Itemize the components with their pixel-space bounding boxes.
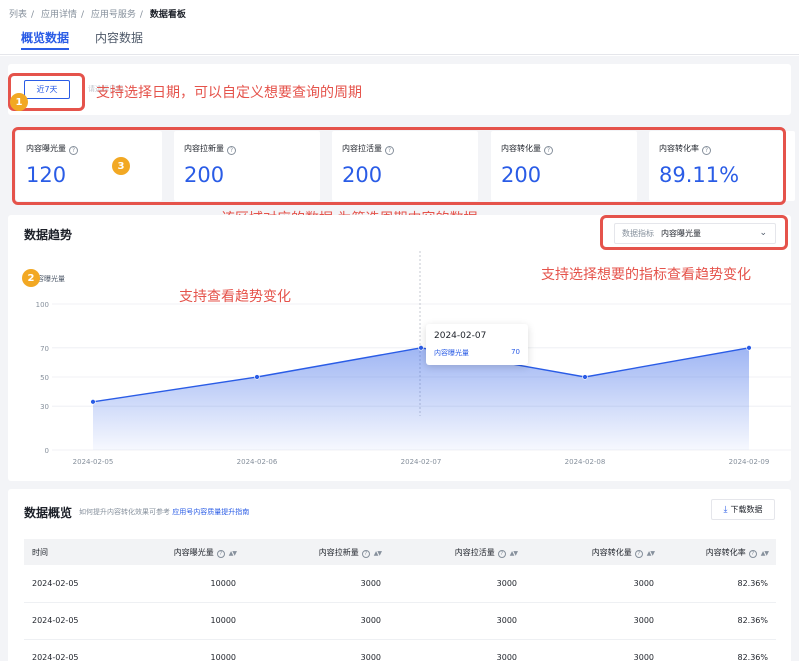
sort-icon[interactable]: ▲▼ (374, 550, 382, 557)
y-tick-label: 100 (36, 301, 49, 309)
table-cell: 3000 (389, 565, 525, 603)
table-cell: 3000 (244, 639, 389, 661)
y-tick-label: 30 (40, 403, 49, 411)
column-header-new-users[interactable]: 内容拉新量? ▲▼ (244, 539, 389, 565)
table-header-row: 时间 内容曝光量? ▲▼ 内容拉新量? ▲▼ 内容拉活量? ▲▼ 内容转化量? ▲▼ 内… (24, 539, 776, 565)
sort-icon[interactable]: ▲▼ (761, 550, 769, 557)
annotation-badge: 2 (22, 269, 40, 287)
tooltip-date: 2024-02-07 (434, 331, 487, 341)
table-cell: 2024-02-05 (24, 565, 134, 603)
table-cell: 2024-02-05 (24, 602, 134, 640)
chart-data-point[interactable] (418, 345, 424, 351)
download-button[interactable]: ⤓ 下载数据 (711, 499, 775, 520)
x-tick-label: 2024-02-09 (729, 458, 770, 466)
x-tick-label: 2024-02-05 (73, 458, 114, 466)
tooltip-series: 内容曝光量 (434, 349, 469, 357)
tooltip-value: 70 (511, 348, 520, 356)
chart-data-point[interactable] (582, 374, 588, 380)
column-header-conversion-rate[interactable]: 内容转化率? ▲▼ (662, 539, 776, 565)
chart-data-point[interactable] (254, 374, 260, 380)
download-label: 下载数据 (730, 505, 763, 514)
help-icon[interactable]: ? (634, 549, 643, 558)
download-icon: ⤓ (723, 504, 728, 515)
x-tick-label: 2024-02-07 (401, 458, 442, 466)
table-cell: 82.36% (662, 639, 776, 661)
x-tick-label: 2024-02-06 (237, 458, 278, 466)
overview-subtitle: 如何提升内容转化效果可参考 应用号内容质量提升指南 (79, 507, 249, 517)
help-icon[interactable]: ? (361, 549, 370, 558)
table-cell: 3000 (389, 602, 525, 640)
table-row: 2024-02-05 10000 3000 3000 3000 82.36% (24, 639, 776, 661)
sort-icon[interactable]: ▲▼ (647, 550, 655, 557)
sort-icon[interactable]: ▲▼ (229, 550, 237, 557)
table-cell: 2024-02-05 (24, 639, 134, 661)
table-cell: 3000 (525, 565, 662, 603)
x-tick-label: 2024-02-08 (565, 458, 606, 466)
overview-subtitle-text: 如何提升内容转化效果可参考 (79, 508, 170, 516)
column-header-activation[interactable]: 内容拉活量? ▲▼ (389, 539, 525, 565)
help-icon[interactable]: ? (216, 549, 225, 558)
chart-area (93, 347, 749, 450)
y-tick-label: 0 (45, 447, 49, 455)
y-tick-label: 70 (40, 345, 49, 353)
table-cell: 3000 (389, 639, 525, 661)
table-row: 2024-02-05 10000 3000 3000 3000 82.36% (24, 565, 776, 603)
column-header-exposure[interactable]: 内容曝光量? ▲▼ (134, 539, 244, 565)
overview-table: 时间 内容曝光量? ▲▼ 内容拉新量? ▲▼ 内容拉活量? ▲▼ 内容转化量? ▲▼ 内… (24, 539, 776, 661)
column-header-date: 时间 (24, 539, 134, 565)
overview-title: 数据概览 (24, 506, 73, 520)
table-cell: 10000 (134, 602, 244, 640)
table-cell: 82.36% (662, 565, 776, 603)
help-icon[interactable]: ? (497, 549, 506, 558)
table-cell: 82.36% (662, 602, 776, 640)
table-cell: 3000 (525, 602, 662, 640)
chart-tooltip: 2024-02-07 内容曝光量 70 (426, 324, 528, 365)
help-icon[interactable]: ? (748, 549, 757, 558)
chart-data-point[interactable] (90, 399, 96, 405)
table-row: 2024-02-05 10000 3000 3000 3000 82.36% (24, 602, 776, 640)
table-cell: 10000 (134, 639, 244, 661)
table-cell: 3000 (525, 639, 662, 661)
table-cell: 10000 (134, 565, 244, 603)
chart-data-point[interactable] (746, 345, 752, 351)
column-header-conversions[interactable]: 内容转化量? ▲▼ (525, 539, 662, 565)
table-cell: 3000 (244, 602, 389, 640)
table-cell: 3000 (244, 565, 389, 603)
sort-icon[interactable]: ▲▼ (510, 550, 518, 557)
quality-guide-link[interactable]: 应用号内容质量提升指南 (172, 508, 249, 516)
y-tick-label: 50 (40, 374, 49, 382)
